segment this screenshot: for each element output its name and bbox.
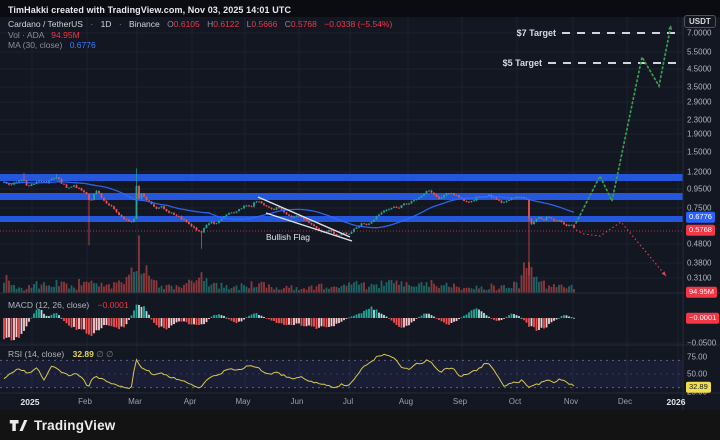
price-axis-label: 1.9000 <box>687 130 711 139</box>
price-axis-label: 0.4800 <box>687 240 711 249</box>
macd-title: MACD (12, 26, close) <box>8 300 89 310</box>
open-label: O <box>167 19 174 29</box>
macd-legend[interactable]: MACD (12, 26, close) −0.0001 <box>8 300 129 310</box>
time-axis-label-oct: Oct <box>509 397 521 406</box>
price-axis-label: 75.00 <box>687 353 707 362</box>
tradingview-snapshot: TimHakki created with TradingView.com, N… <box>0 0 720 440</box>
price-axis-label: 0.3100 <box>687 274 711 283</box>
price-axis-label: 0.9500 <box>687 185 711 194</box>
ma-row[interactable]: MA (30, close) 0.6776 <box>8 40 392 51</box>
chart-canvas[interactable] <box>0 0 720 440</box>
bullish-flag-label: Bullish Flag <box>266 232 310 242</box>
exchange-label: Binance <box>129 19 160 29</box>
price-axis-label: 2.3000 <box>687 116 711 125</box>
tradingview-wordmark: TradingView <box>34 418 115 433</box>
price-axis-label: 5.5000 <box>687 48 711 57</box>
price-axis-label: 2.9000 <box>687 98 711 107</box>
attribution-bar: TimHakki created with TradingView.com, N… <box>0 0 720 17</box>
open-value: 0.6105 <box>174 19 200 29</box>
close-value: 0.5768 <box>291 19 317 29</box>
time-axis-label-sep: Sep <box>453 397 467 406</box>
change-value: −0.0338 (−5.54%) <box>324 19 392 29</box>
time-axis-label-jul: Jul <box>343 397 353 406</box>
rsi-legend[interactable]: RSI (14, close) 32.89 ∅ ∅ <box>8 349 113 360</box>
tradingview-footer[interactable]: TradingView <box>0 410 720 440</box>
symbol-name[interactable]: Cardano / TetherUS <box>8 19 83 29</box>
price-axis-label: 7.0000 <box>687 29 711 38</box>
low-value: 0.5666 <box>251 19 277 29</box>
volume-value: 94.95M <box>51 30 79 40</box>
last-price-badge: 0.5768 <box>686 225 715 236</box>
time-axis-label-apr: Apr <box>184 397 196 406</box>
time-axis-label-mar: Mar <box>128 397 142 406</box>
macd-value: −0.0001 <box>98 300 129 310</box>
time-axis-label-jun: Jun <box>291 397 304 406</box>
usdt-currency-button[interactable]: USDT <box>684 15 716 28</box>
interval-label[interactable]: 1D <box>101 19 112 29</box>
macd-badge: −0.0001 <box>686 313 719 324</box>
rsi-title: RSI (14, close) <box>8 349 64 359</box>
time-axis-label-dec: Dec <box>618 397 632 406</box>
price-axis-label: −0.0500 <box>687 339 716 348</box>
ma-price-badge: 0.6776 <box>686 212 715 223</box>
price-axis-label: 1.5000 <box>687 148 711 157</box>
time-axis-label-may: May <box>235 397 250 406</box>
target-7-label: $7 Target <box>517 28 556 38</box>
volume-badge: 94.95M <box>686 287 717 298</box>
symbol-legend: Cardano / TetherUS · 1D · Binance O0.610… <box>8 19 392 51</box>
target-5-label: $5 Target <box>503 58 542 68</box>
rsi-null-values: ∅ ∅ <box>96 349 113 359</box>
rsi-value: 32.89 <box>73 349 94 359</box>
rsi-badge: 32.89 <box>686 382 711 393</box>
ma-label: MA (30, close) <box>8 40 62 50</box>
ma-value: 0.6776 <box>70 40 96 50</box>
volume-label: Vol · ADA <box>8 30 44 40</box>
price-axis-label: 1.2000 <box>687 168 711 177</box>
price-axis-label: 50.00 <box>687 370 707 379</box>
symbol-row[interactable]: Cardano / TetherUS · 1D · Binance O0.610… <box>8 19 392 30</box>
time-axis-label-nov: Nov <box>564 397 578 406</box>
attribution-text: TimHakki created with TradingView.com, N… <box>8 5 291 15</box>
price-axis-label: 0.3800 <box>687 259 711 268</box>
time-axis-label-2025: 2025 <box>21 397 40 407</box>
high-value: 0.6122 <box>213 19 239 29</box>
tradingview-logo-icon <box>9 418 28 433</box>
time-axis-label-feb: Feb <box>78 397 92 406</box>
volume-row[interactable]: Vol · ADA 94.95M <box>8 30 392 41</box>
price-axis-label: 4.5000 <box>687 65 711 74</box>
price-axis-label: 3.5000 <box>687 83 711 92</box>
time-axis-label-aug: Aug <box>399 397 413 406</box>
time-axis-label-2026: 2026 <box>667 397 686 407</box>
